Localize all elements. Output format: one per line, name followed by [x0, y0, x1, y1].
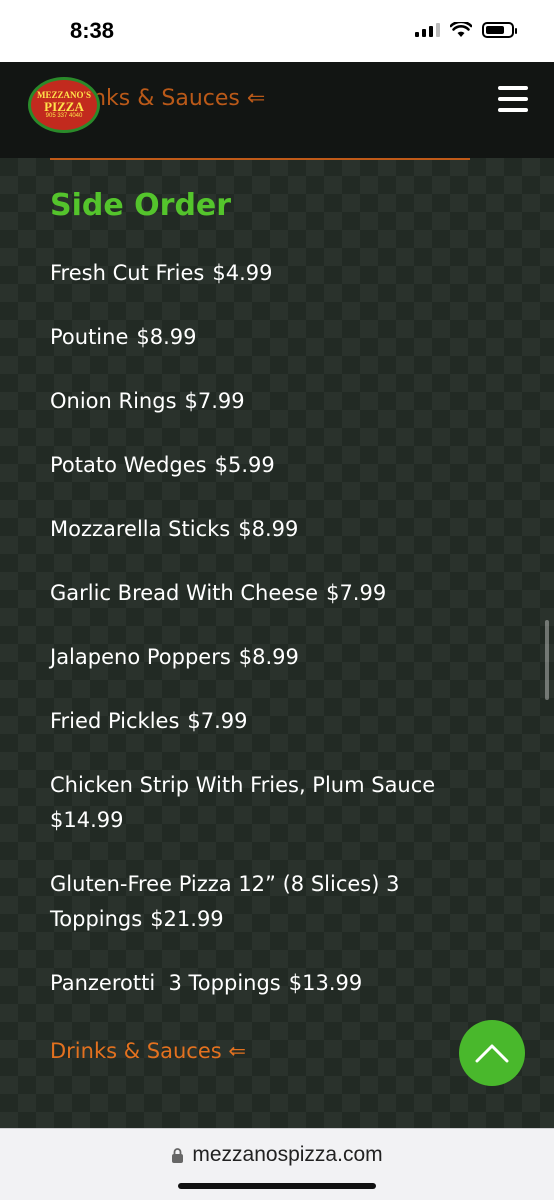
scrollbar[interactable] — [545, 620, 549, 700]
list-item: Potato Wedges $5.99 — [50, 448, 470, 483]
list-item: Fried Pickles $7.99 — [50, 704, 470, 739]
item-name: Garlic Bread With Cheese — [50, 581, 319, 605]
item-price: $5.99 — [214, 453, 275, 477]
url-field[interactable]: mezzanospizza.com — [0, 1143, 554, 1167]
list-item: Panzerotti 3 Toppings $13.99 — [50, 966, 470, 1001]
chevron-up-icon — [475, 1044, 509, 1063]
list-item: Chicken Strip With Fries, Plum Sauce $14.… — [50, 768, 470, 838]
list-item: Gluten-Free Pizza 12” (8 Slices) 3 Toppi… — [50, 867, 470, 937]
item-name: Poutine — [50, 325, 129, 349]
logo-main-text: PIZZA — [44, 99, 84, 114]
item-price: $8.99 — [238, 517, 299, 541]
hamburger-menu-icon[interactable] — [498, 86, 528, 112]
item-price: $8.99 — [238, 645, 299, 669]
status-bar: 8:38 — [0, 0, 554, 62]
item-price: $7.99 — [326, 581, 387, 605]
list-item: Poutine $8.99 — [50, 320, 470, 355]
item-price: $13.99 — [288, 971, 363, 995]
item-name: Fried Pickles — [50, 709, 180, 733]
item-name: Onion Rings — [50, 389, 177, 413]
status-icons — [415, 22, 517, 38]
lock-icon — [172, 1147, 184, 1163]
site-header: Drinks & Sauces ⇐ MEZZANO'S PIZZA 905 33… — [0, 62, 554, 158]
item-price: $7.99 — [187, 709, 248, 733]
wifi-icon — [450, 22, 472, 37]
item-price: $8.99 — [136, 325, 197, 349]
status-time: 8:38 — [70, 18, 115, 43]
item-name: Fresh Cut Fries — [50, 261, 205, 285]
back-to-top-button[interactable] — [459, 1020, 525, 1086]
battery-icon — [482, 22, 517, 38]
item-price: $21.99 — [150, 907, 224, 931]
item-price: $7.99 — [184, 389, 245, 413]
item-name: Jalapeno Poppers — [50, 645, 231, 669]
list-item: Onion Rings $7.99 — [50, 384, 470, 419]
home-indicator[interactable] — [178, 1183, 376, 1189]
list-item: Fresh Cut Fries $4.99 — [50, 256, 470, 291]
item-name: Chicken Strip With Fries, Plum Sauce — [50, 773, 436, 797]
section-title: Side Order — [50, 188, 232, 223]
site-logo[interactable]: MEZZANO'S PIZZA 905 337 4040 — [28, 77, 100, 133]
menu-content: Side Order Fresh Cut Fries $4.99 Poutine $… — [0, 158, 554, 1128]
section-divider — [50, 158, 470, 160]
item-name: Panzerotti 3 Toppings — [50, 971, 281, 995]
item-name: Mozzarella Sticks — [50, 517, 231, 541]
browser-address-bar: mezzanospizza.com — [0, 1128, 554, 1200]
list-item: Garlic Bread With Cheese $7.99 — [50, 576, 470, 611]
logo-phone-text: 905 337 4040 — [45, 113, 83, 119]
item-name: Gluten-Free Pizza 12” (8 Slices) 3 Toppi… — [50, 872, 400, 931]
signal-icon — [415, 23, 440, 37]
list-item: Jalapeno Poppers $8.99 — [50, 640, 470, 675]
item-price: $4.99 — [212, 261, 273, 285]
drinks-sauces-link[interactable]: Drinks & Sauces ⇐ — [50, 1039, 246, 1063]
item-name: Potato Wedges — [50, 453, 207, 477]
url-text: mezzanospizza.com — [192, 1143, 383, 1166]
side-order-list: Fresh Cut Fries $4.99 Poutine $8.99 Onion … — [50, 256, 470, 1030]
list-item: Mozzarella Sticks $8.99 — [50, 512, 470, 547]
item-price: $14.99 — [50, 808, 124, 832]
